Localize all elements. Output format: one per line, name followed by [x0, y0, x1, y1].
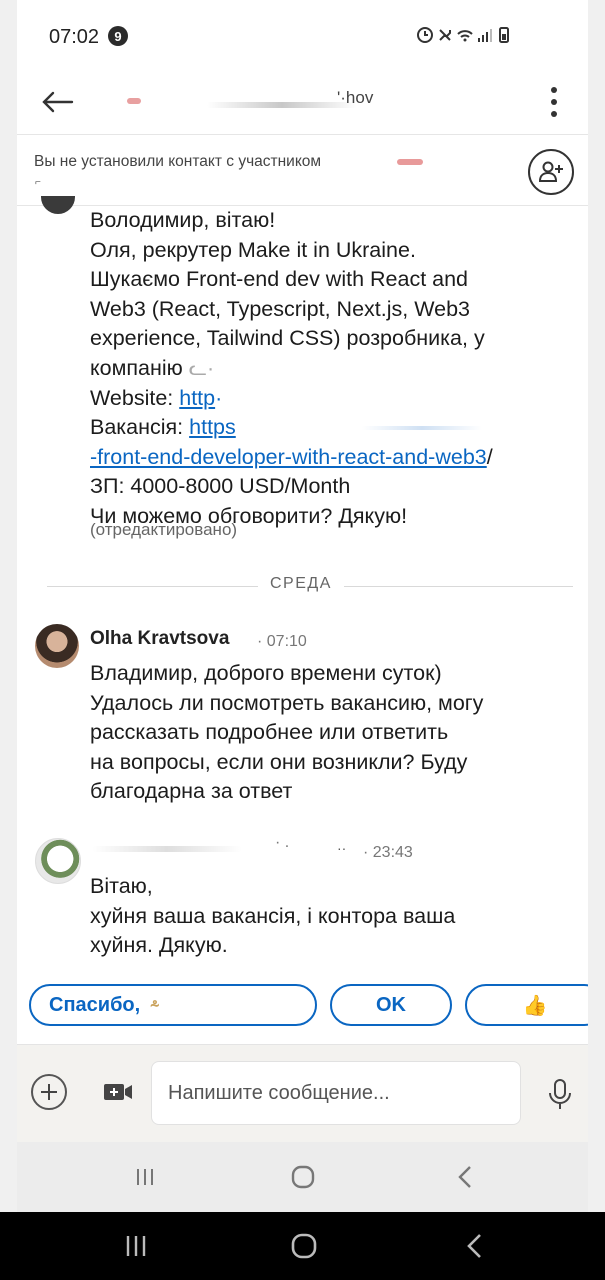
system-recent-apps-button[interactable] — [118, 1230, 154, 1262]
contact-name-redacted[interactable]: '·hov — [127, 86, 427, 116]
video-icon — [104, 1084, 132, 1100]
notification-count-badge: 9 — [108, 26, 128, 46]
back-nav-button[interactable] — [447, 1160, 483, 1194]
phone-screen: 07:02 9 '·hov Вы не установили контакт с… — [17, 0, 588, 1212]
status-bar: 07:02 9 — [17, 0, 588, 72]
edited-label: (отредактировано) — [90, 520, 238, 539]
recent-apps-icon — [126, 1236, 146, 1256]
app-navigation-bar — [17, 1142, 588, 1212]
message-composer — [17, 1044, 588, 1143]
recent-apps-icon — [137, 1169, 153, 1185]
status-icons — [416, 24, 516, 51]
back-arrow-icon — [42, 91, 74, 113]
attach-button[interactable] — [31, 1074, 67, 1110]
back-icon — [458, 1166, 471, 1188]
website-link[interactable]: http — [179, 386, 215, 410]
add-connection-button[interactable] — [528, 149, 574, 195]
quick-reply-thanks[interactable]: Спасибо, ⸛ — [29, 984, 317, 1026]
quick-reply-thumbs-up[interactable]: 👍 — [465, 984, 588, 1026]
vacancy-link-continued[interactable]: -front-end-developer-with-react-and-web3 — [90, 445, 487, 469]
back-button[interactable] — [37, 82, 77, 122]
system-navigation-bar — [0, 1212, 605, 1280]
status-indicators-icon — [417, 27, 509, 43]
recent-apps-button[interactable] — [127, 1162, 163, 1192]
vacancy-link[interactable]: https — [189, 415, 236, 439]
quick-replies: Спасибо, ⸛ OK 👍 — [17, 980, 588, 1036]
message-input[interactable] — [151, 1061, 521, 1125]
conversation-header: '·hov — [17, 72, 588, 134]
day-divider-label: СРЕДА — [258, 575, 344, 593]
contact-name-fragment: '·hov — [337, 88, 374, 107]
system-back-button[interactable] — [456, 1228, 492, 1264]
status-time: 07:02 — [49, 26, 100, 48]
avatar-olha[interactable] — [35, 624, 79, 668]
avatar-self[interactable] — [35, 838, 81, 884]
message-body-self: Вітаю, хуйня ваша вакансія, і контора ва… — [90, 874, 456, 958]
message-body-recruiter: Володимир, вітаю! Оля, рекрутер Make it … — [90, 208, 493, 528]
sender-avatar-partial — [41, 196, 75, 214]
voice-message-button[interactable] — [546, 1078, 574, 1112]
message-time: · 07:10 — [257, 633, 307, 650]
message-body-olha: Владимир, доброго времени суток) Удалось… — [90, 661, 484, 804]
add-connection-icon — [538, 161, 563, 182]
microphone-icon — [549, 1079, 571, 1109]
message-time: · 23:43 — [363, 844, 413, 861]
home-button[interactable] — [285, 1160, 321, 1194]
home-icon — [291, 1165, 315, 1189]
plus-icon — [41, 1084, 57, 1100]
more-vertical-icon — [551, 87, 557, 93]
not-connected-banner: Вы не установили контакт с участником ⌐ — [17, 134, 588, 206]
system-home-button[interactable] — [284, 1228, 324, 1264]
banner-text: Вы не установили контакт с участником — [34, 153, 322, 170]
home-icon — [291, 1233, 317, 1259]
thumbs-up-icon: 👍 — [522, 994, 548, 1017]
quick-reply-ok[interactable]: OK — [330, 984, 452, 1026]
back-icon — [467, 1234, 481, 1258]
message-list[interactable]: Володимир, вітаю! Оля, рекрутер Make it … — [17, 196, 588, 980]
sender-name[interactable]: Olha Kravtsova — [90, 628, 229, 650]
video-button[interactable] — [103, 1081, 133, 1103]
more-options-button[interactable] — [534, 80, 574, 124]
